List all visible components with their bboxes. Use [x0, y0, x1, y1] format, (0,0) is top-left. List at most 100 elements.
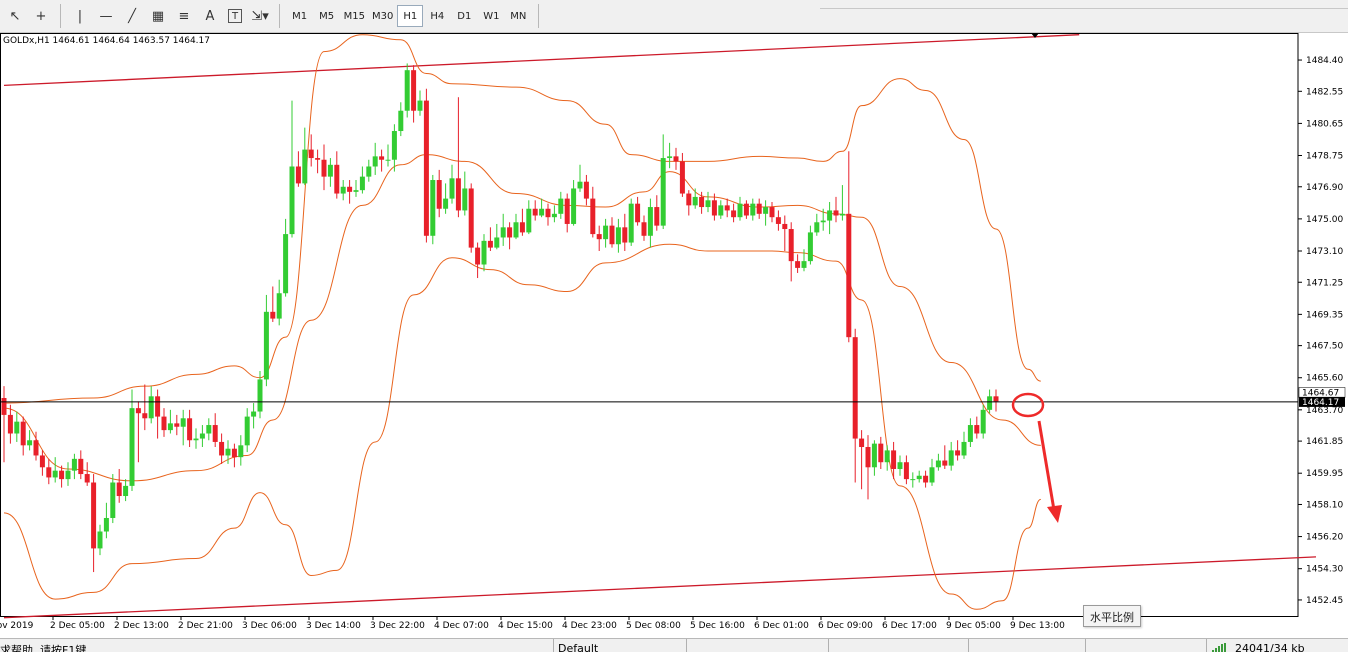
candle-body: [500, 227, 506, 238]
x-tick-label: Nov 2019: [0, 621, 34, 631]
trendline-icon[interactable]: ╱: [120, 4, 144, 28]
candle-body: [353, 190, 359, 192]
candle-body: [807, 232, 813, 262]
candle-body: [91, 482, 97, 549]
candle-body: [622, 227, 628, 243]
candle-body: [116, 482, 122, 497]
status-divider: [828, 639, 829, 652]
y-tick-label: 1471.25: [1306, 278, 1343, 288]
status-help-text: 求帮助, 请按F1键: [0, 644, 87, 652]
candle-body: [903, 462, 909, 480]
y-tick-label: 1473.10: [1306, 247, 1343, 257]
y-tick-label: 1480.65: [1306, 119, 1343, 129]
text-label-icon[interactable]: T: [228, 9, 243, 23]
plot-frame: [0, 33, 1299, 617]
connection-bars-icon: [1212, 643, 1230, 652]
candle-body: [238, 445, 244, 458]
cursor-icon[interactable]: ↖: [3, 4, 27, 28]
candle-body: [583, 181, 589, 199]
candle-body: [59, 470, 65, 480]
candle-body: [897, 462, 903, 469]
candle-body: [366, 166, 372, 177]
candle-body: [84, 474, 90, 483]
candle-body: [827, 210, 833, 221]
timeframe-mn[interactable]: MN: [505, 5, 531, 27]
shapes-dropdown-icon[interactable]: ⇲▾: [248, 4, 272, 28]
candle-body: [916, 475, 922, 480]
candle-body: [705, 200, 711, 208]
toolbar-separator: [537, 4, 539, 28]
crosshair-icon[interactable]: +: [29, 4, 53, 28]
candle-body: [974, 425, 980, 434]
candle-body: [494, 237, 500, 248]
candle-body: [910, 479, 916, 481]
candle-body: [846, 213, 852, 338]
fibonacci-icon[interactable]: ≡: [172, 4, 196, 28]
status-profile: Default: [558, 642, 599, 652]
candle-body: [667, 156, 673, 159]
y-tick-label: 1467.50: [1306, 342, 1343, 352]
timeframe-d1[interactable]: D1: [451, 5, 477, 27]
candle-body: [628, 203, 634, 243]
candle-body: [487, 240, 493, 248]
timeframe-w1[interactable]: W1: [478, 5, 504, 27]
candle-body: [699, 196, 705, 208]
candle-body: [942, 460, 948, 466]
timeframe-m1[interactable]: M1: [287, 5, 313, 27]
timeframe-m15[interactable]: M15: [341, 5, 368, 27]
vertical-line-icon[interactable]: |: [68, 4, 92, 28]
candle-body: [763, 207, 769, 214]
timeframe-h4[interactable]: H4: [424, 5, 450, 27]
candle-body: [443, 198, 449, 209]
horizontal-line-icon[interactable]: —: [94, 4, 118, 28]
y-tick-label: 1454.30: [1306, 565, 1343, 575]
price-chart[interactable]: 1484.40 1482.55 1480.65 1478.75 1476.90 1475.…: [0, 33, 1348, 638]
candle-body: [590, 198, 596, 235]
candle-body: [219, 441, 225, 456]
candle-body: [455, 178, 461, 211]
candle-body: [654, 207, 660, 226]
y-tick-label: 1475.00: [1306, 215, 1343, 225]
x-tick-label: 2 Dec 21:00: [178, 621, 233, 631]
text-icon[interactable]: A: [198, 4, 222, 28]
candle-body: [955, 450, 961, 456]
scale-tooltip: 水平比例: [1083, 605, 1141, 627]
chart-canvas[interactable]: 1484.40 1482.55 1480.65 1478.75 1476.90 1475.…: [0, 33, 1348, 638]
candle-body: [302, 149, 308, 184]
equidistant-channel-icon[interactable]: ▦: [146, 4, 170, 28]
candle-body: [507, 227, 513, 238]
x-tick-label: 4 Dec 23:00: [562, 621, 617, 631]
candle-body: [551, 213, 557, 218]
candle-body: [103, 517, 109, 532]
candle-body: [52, 470, 58, 478]
candle-body: [129, 408, 135, 486]
candle-body: [1, 398, 7, 415]
candle-body: [980, 409, 986, 434]
candle-body: [315, 158, 321, 160]
candle-body: [14, 421, 20, 434]
candle-body: [929, 467, 935, 483]
candle-body: [135, 408, 141, 414]
candle-body: [449, 178, 455, 199]
candle-body: [187, 418, 193, 441]
timeframe-h1[interactable]: H1: [397, 5, 424, 27]
toolbar-separator: [279, 4, 281, 28]
candle-body: [295, 166, 301, 184]
timeframe-m5[interactable]: M5: [314, 5, 340, 27]
candle-body: [436, 180, 442, 209]
candle-body: [878, 443, 884, 463]
candle-body: [244, 416, 250, 446]
timeframe-m30[interactable]: M30: [369, 5, 396, 27]
candle-body: [231, 448, 237, 458]
candle-body: [891, 450, 897, 469]
candle-body: [404, 70, 410, 111]
candle-body: [513, 222, 519, 238]
candle-body: [78, 458, 84, 475]
status-bar: 求帮助, 请按F1键 Default 24041/34 kb: [0, 638, 1348, 652]
candle-body: [462, 188, 468, 211]
candle-body: [270, 311, 276, 319]
candle-body: [539, 208, 545, 216]
x-tick-label: 2 Dec 13:00: [114, 621, 169, 631]
x-tick-label: 3 Dec 22:00: [370, 621, 425, 631]
status-divider: [686, 639, 687, 652]
